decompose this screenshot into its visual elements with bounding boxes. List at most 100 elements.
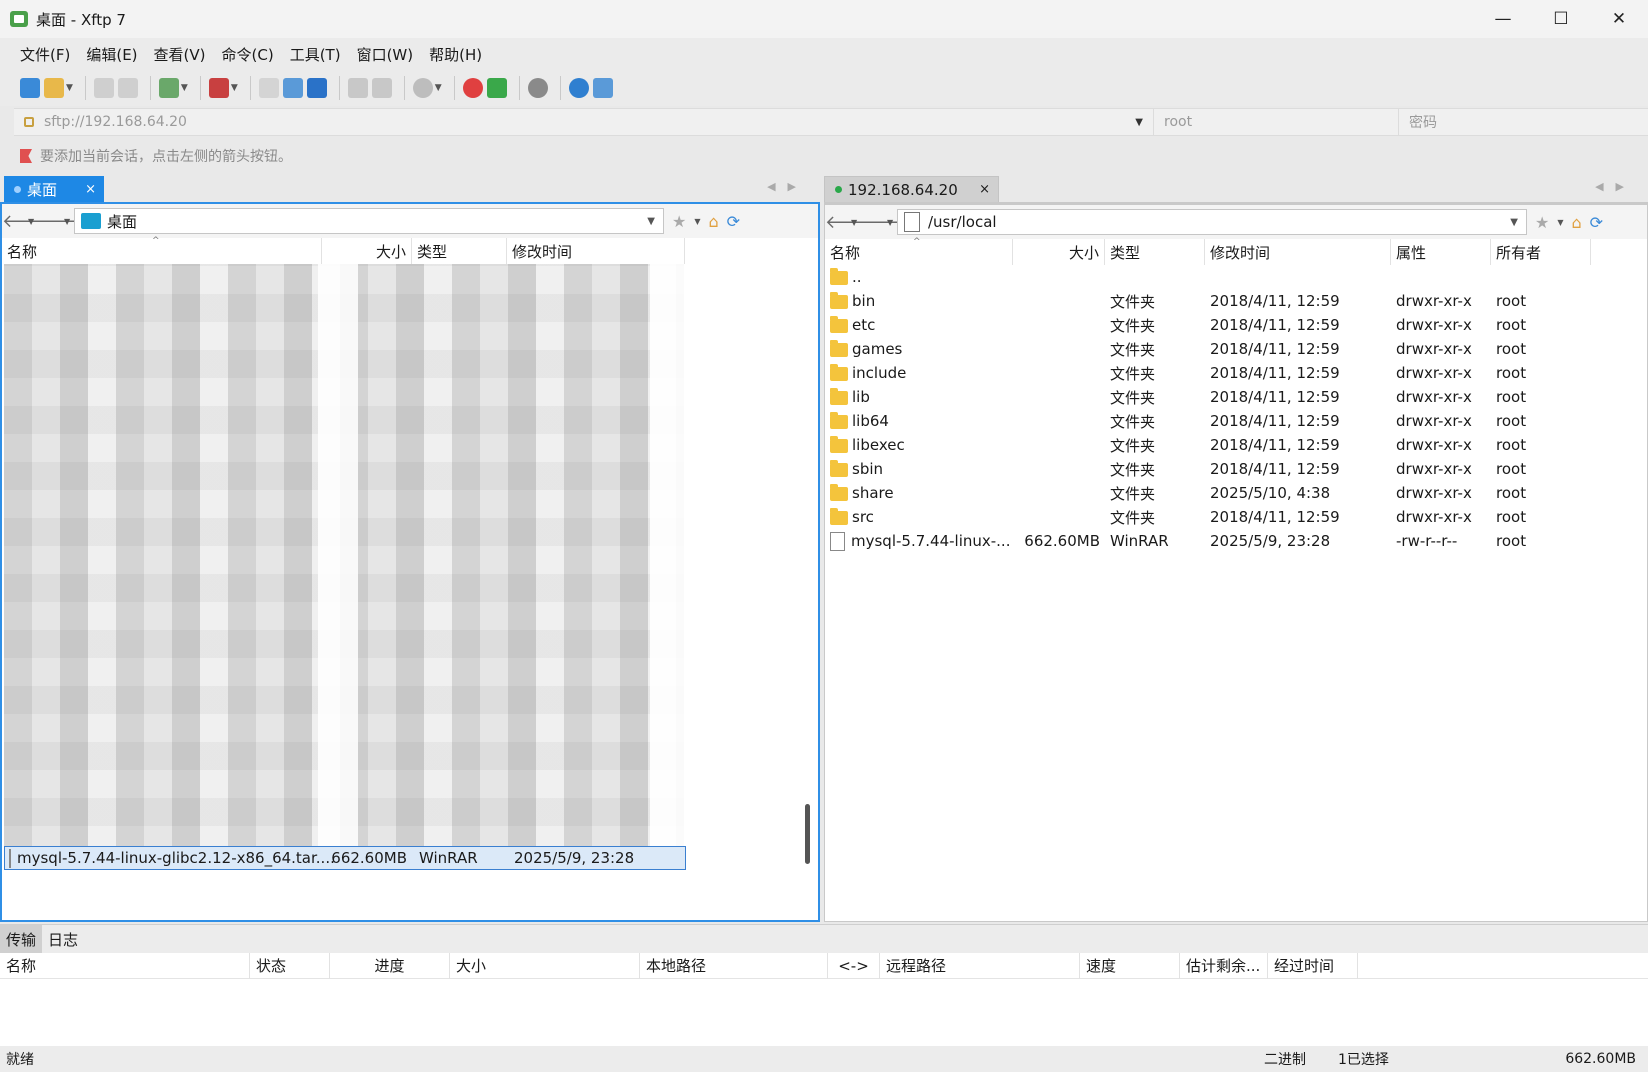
col-attr[interactable]: 属性 (1391, 239, 1491, 265)
tcol-remote-path[interactable]: 远程路径 (880, 952, 1080, 979)
menu-view[interactable]: 查看(V) (146, 44, 214, 65)
table-row[interactable]: sbin 文件夹 2018/4/11, 12:59 drwxr-xr-x root (825, 457, 1647, 481)
table-row[interactable]: games 文件夹 2018/4/11, 12:59 drwxr-xr-x root (825, 337, 1647, 361)
tab-transfer[interactable]: 传输 (0, 925, 43, 953)
copy-button[interactable] (347, 74, 368, 102)
refresh-icon[interactable]: ⟳ (1590, 213, 1603, 232)
col-size[interactable]: 大小 (322, 238, 412, 264)
xshell-button[interactable] (462, 74, 483, 102)
forward-arrow-icon[interactable]: 🡒 (861, 212, 909, 233)
star-icon[interactable]: ★ (1535, 213, 1549, 232)
new-session-button[interactable] (20, 74, 40, 102)
table-row[interactable]: src 文件夹 2018/4/11, 12:59 drwxr-xr-x root (825, 505, 1647, 529)
chevron-down-icon[interactable]: ▼ (851, 218, 861, 227)
table-row[interactable]: share 文件夹 2025/5/10, 4:38 drwxr-xr-x root (825, 481, 1647, 505)
tcol-direction[interactable]: <-> (828, 952, 880, 979)
chevron-down-icon[interactable]: ▼ (887, 218, 897, 227)
local-scrollbar[interactable] (805, 804, 810, 864)
tcol-status[interactable]: 状态 (250, 952, 330, 979)
tab-remote-host[interactable]: 192.168.64.20 × (824, 176, 999, 202)
col-size[interactable]: 大小 (1013, 239, 1105, 265)
close-button[interactable]: ✕ (1590, 0, 1648, 38)
back-arrow-icon[interactable]: 🡐 (825, 212, 873, 233)
minimize-button[interactable]: — (1474, 0, 1532, 38)
table-row[interactable]: libexec 文件夹 2018/4/11, 12:59 drwxr-xr-x root (825, 433, 1647, 457)
chevron-down-icon[interactable]: ▼ (28, 217, 38, 226)
refresh-icon[interactable]: ⟳ (727, 212, 740, 231)
chevron-down-icon[interactable]: ▼ (231, 83, 238, 93)
table-row[interactable]: bin 文件夹 2018/4/11, 12:59 drwxr-xr-x root (825, 289, 1647, 313)
tcol-elapsed[interactable]: 经过时间 (1268, 952, 1358, 979)
col-owner[interactable]: 所有者 (1491, 239, 1591, 265)
status-button[interactable]: ▼ (412, 74, 442, 102)
tab-log[interactable]: 日志 (42, 925, 84, 953)
chevron-down-icon[interactable]: ▼ (181, 83, 188, 93)
tcol-size[interactable]: 大小 (450, 952, 640, 979)
close-icon[interactable]: × (85, 182, 96, 197)
back-arrow-icon[interactable]: 🡐 (2, 211, 50, 232)
col-name[interactable]: 名称 ^ (825, 237, 1013, 265)
chevron-down-icon[interactable]: ▼ (64, 217, 74, 226)
home-folder-icon[interactable]: ⌂ (709, 212, 719, 231)
table-row[interactable]: lib64 文件夹 2018/4/11, 12:59 drwxr-xr-x root (825, 409, 1647, 433)
star-icon[interactable]: ★ (672, 212, 686, 231)
col-mtime[interactable]: 修改时间 (1205, 239, 1391, 265)
col-mtime[interactable]: 修改时间 (507, 238, 685, 264)
feedback-button[interactable] (592, 74, 613, 102)
bookmark-flag-icon[interactable] (20, 149, 32, 163)
paste-button[interactable] (371, 74, 392, 102)
menu-command[interactable]: 命令(C) (214, 44, 282, 65)
menu-window[interactable]: 窗口(W) (349, 44, 422, 65)
col-type[interactable]: 类型 (1105, 239, 1205, 265)
sync-button[interactable] (306, 74, 327, 102)
chevron-down-icon[interactable]: ▼ (1510, 217, 1518, 228)
xftp-button[interactable] (486, 74, 507, 102)
options-button[interactable] (527, 74, 548, 102)
home-folder-icon[interactable]: ⌂ (1572, 213, 1582, 232)
table-row[interactable]: include 文件夹 2018/4/11, 12:59 drwxr-xr-x root (825, 361, 1647, 385)
col-name[interactable]: 名称 ^ (2, 236, 322, 264)
table-row[interactable]: lib 文件夹 2018/4/11, 12:59 drwxr-xr-x root (825, 385, 1647, 409)
table-row[interactable]: .. (825, 265, 1647, 289)
session-settings-button[interactable]: ▼ (158, 74, 188, 102)
menu-edit[interactable]: 编辑(E) (78, 44, 145, 65)
remote-path-input[interactable]: /usr/local ▼ (897, 209, 1527, 235)
password-input[interactable]: 密码 (1399, 109, 1437, 135)
username-input[interactable]: root (1154, 109, 1399, 135)
menu-help[interactable]: 帮助(H) (421, 44, 490, 65)
forward-arrow-icon[interactable]: 🡒 (38, 211, 86, 232)
tab-scroll-arrows[interactable]: ◀▶ (1595, 180, 1636, 193)
table-row[interactable]: etc 文件夹 2018/4/11, 12:59 drwxr-xr-x root (825, 313, 1647, 337)
table-row[interactable]: mysql-5.7.44-linux-... 662.60MB WinRAR 2025… (825, 529, 1647, 553)
download-button[interactable] (258, 74, 279, 102)
tab-scroll-arrows[interactable]: ◀▶ (767, 180, 808, 193)
transfer-mode[interactable]: 二进制 (1264, 1049, 1306, 1069)
chevron-down-icon[interactable]: ▼ (1557, 218, 1563, 227)
chevron-down-icon[interactable]: ▼ (1135, 117, 1143, 128)
menu-tools[interactable]: 工具(T) (282, 44, 349, 65)
terminal-button[interactable]: ▼ (208, 74, 238, 102)
tcol-name[interactable]: 名称 (0, 952, 250, 979)
host-input[interactable]: sftp://192.168.64.20 ▼ (14, 109, 1154, 135)
tcol-progress[interactable]: 进度 (330, 952, 450, 979)
tcol-local-path[interactable]: 本地路径 (640, 952, 828, 979)
chevron-down-icon[interactable]: ▼ (694, 217, 700, 226)
open-session-button[interactable]: ▼ (44, 74, 73, 102)
close-icon[interactable]: × (979, 182, 990, 197)
col-type[interactable]: 类型 (412, 238, 507, 264)
tcol-eta[interactable]: 估计剩余... (1180, 952, 1268, 979)
upload-button[interactable] (282, 74, 303, 102)
selected-file-row[interactable]: mysql-5.7.44-linux-glibc2.12-x86_64.tar.… (4, 846, 686, 870)
tab-local-desktop[interactable]: 桌面 × (4, 176, 104, 202)
disconnect-button[interactable] (117, 74, 138, 102)
chevron-down-icon[interactable]: ▼ (435, 83, 442, 93)
help-button[interactable] (568, 74, 589, 102)
local-path-input[interactable]: 桌面 ▼ (74, 208, 664, 234)
chevron-down-icon[interactable]: ▼ (647, 216, 655, 227)
menu-file[interactable]: 文件(F) (12, 44, 78, 65)
folder-icon (830, 412, 848, 429)
tcol-speed[interactable]: 速度 (1080, 952, 1180, 979)
chevron-down-icon[interactable]: ▼ (66, 83, 73, 93)
maximize-button[interactable]: ☐ (1532, 0, 1590, 38)
connect-button[interactable] (93, 74, 114, 102)
